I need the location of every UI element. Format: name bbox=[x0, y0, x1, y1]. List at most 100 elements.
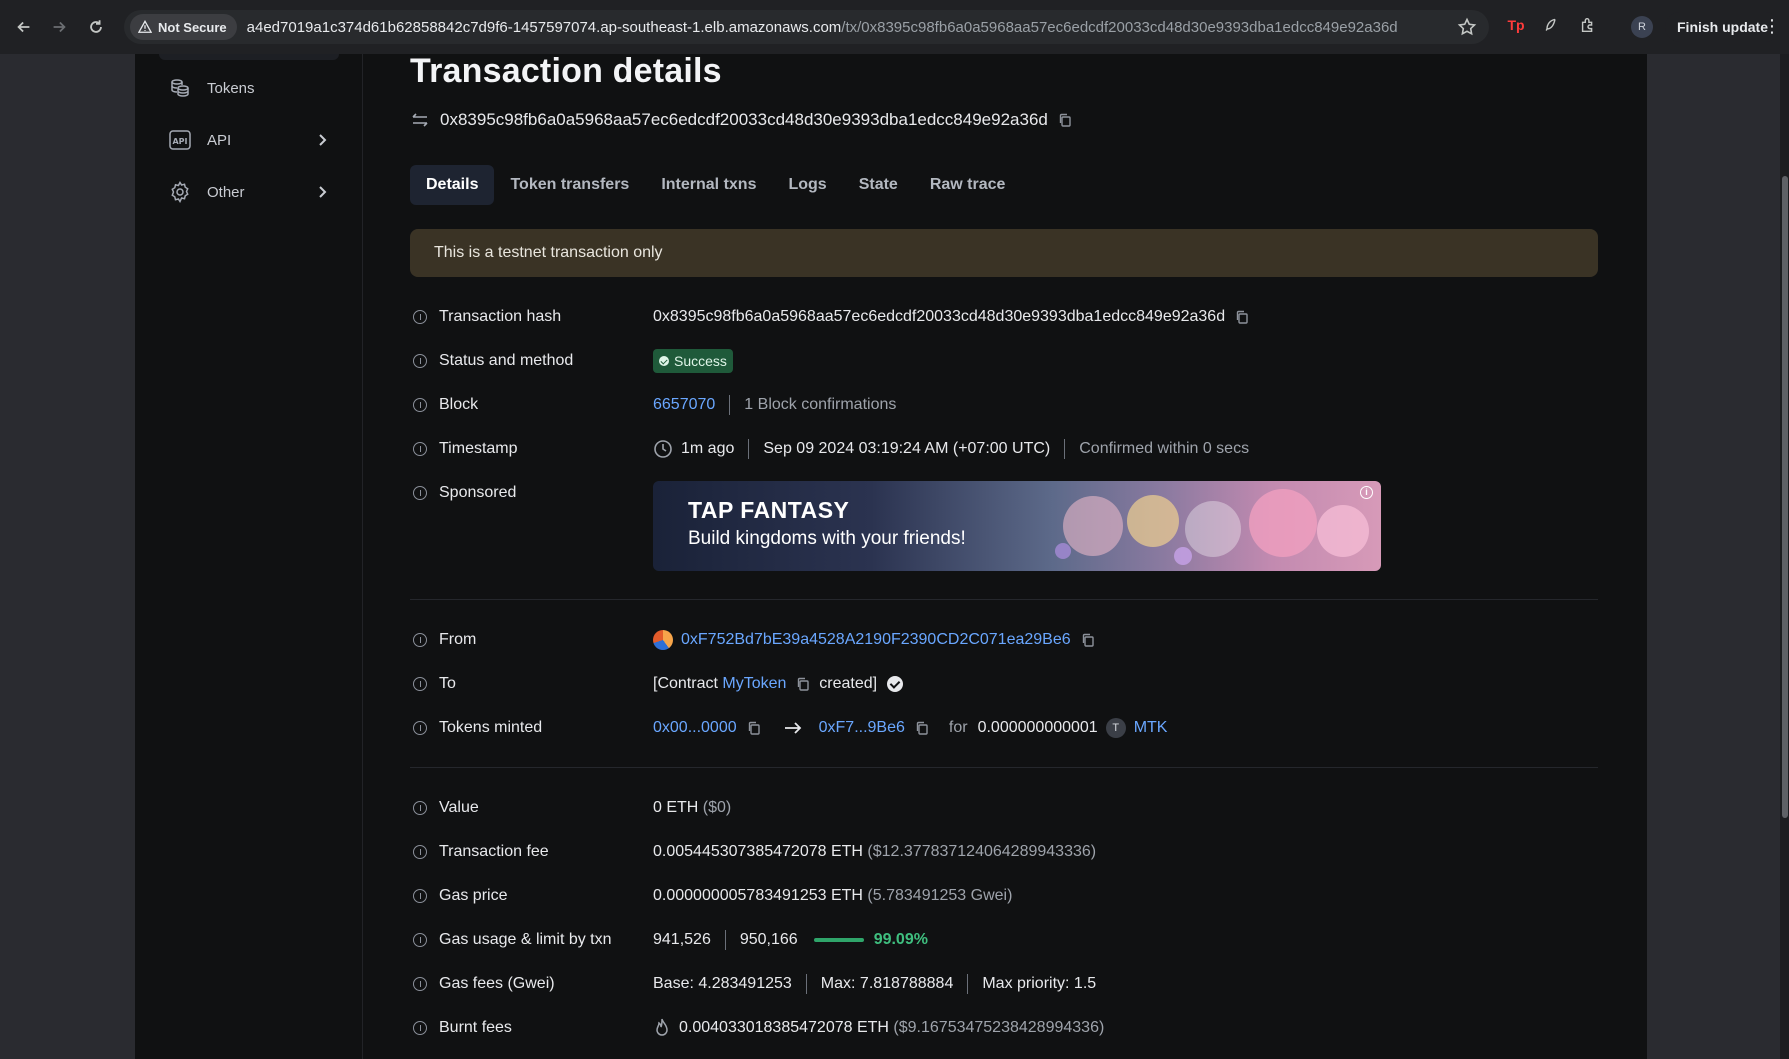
sidebar-item-api[interactable]: API API bbox=[169, 125, 329, 155]
info-icon[interactable] bbox=[413, 721, 427, 735]
block-confirmations: 1 Block confirmations bbox=[744, 396, 897, 413]
warning-icon bbox=[138, 20, 152, 33]
copy-icon[interactable] bbox=[1081, 633, 1095, 647]
copy-icon[interactable] bbox=[1235, 310, 1249, 324]
tab-logs[interactable]: Logs bbox=[772, 165, 842, 205]
to-suffix: created] bbox=[819, 675, 878, 692]
sponsored-ad-banner[interactable]: TAP FANTASY Build kingdoms with your fri… bbox=[653, 481, 1381, 571]
scrollbar-thumb[interactable] bbox=[1782, 176, 1788, 818]
sidebar-active-indicator bbox=[159, 54, 339, 60]
gas-usage-bar bbox=[813, 938, 864, 942]
info-icon[interactable] bbox=[413, 1021, 427, 1035]
sidebar-item-other[interactable]: Other bbox=[169, 177, 329, 207]
info-icon[interactable] bbox=[413, 933, 427, 947]
token-icon: T bbox=[1105, 718, 1126, 738]
info-icon[interactable] bbox=[413, 889, 427, 903]
extension-feather-icon[interactable] bbox=[1540, 14, 1562, 36]
ad-title: TAP FANTASY bbox=[688, 497, 850, 523]
reload-icon[interactable] bbox=[81, 12, 111, 42]
address-bar[interactable]: Not Secure a4ed7019a1c374d61b62858842c7d… bbox=[124, 10, 1489, 44]
info-icon[interactable] bbox=[413, 310, 427, 324]
contract-link[interactable]: MyToken bbox=[722, 675, 786, 693]
ad-info-icon[interactable]: i bbox=[1360, 486, 1373, 499]
tx-hash-header-text: 0x8395c98fb6a0a5968aa57ec6edcdf20033cd48… bbox=[440, 110, 1048, 129]
tab-internal-txns[interactable]: Internal txns bbox=[645, 165, 772, 205]
status-badge: Success bbox=[653, 349, 733, 373]
bookmark-star-icon[interactable] bbox=[1457, 17, 1477, 37]
timestamp-date: Sep 09 2024 03:19:24 AM (+07:00 UTC) bbox=[763, 440, 1051, 457]
svg-text:API: API bbox=[172, 137, 187, 146]
url-path: /tx/0x8395c98fb6a0a5968aa57ec6edcdf20033… bbox=[841, 18, 1398, 36]
tab-raw-trace[interactable]: Raw trace bbox=[914, 165, 1022, 205]
row-label: To bbox=[439, 675, 456, 692]
forward-arrow-icon[interactable] bbox=[44, 12, 74, 42]
copy-icon[interactable] bbox=[747, 721, 761, 735]
verified-check-icon bbox=[887, 676, 904, 692]
tab-state[interactable]: State bbox=[843, 165, 914, 205]
info-icon[interactable] bbox=[413, 354, 427, 368]
security-label: Not Secure bbox=[158, 19, 227, 35]
info-icon[interactable] bbox=[413, 398, 427, 412]
sidebar-item-label: Tokens bbox=[207, 79, 255, 97]
info-icon[interactable] bbox=[413, 677, 427, 691]
fee-usd: ($12.377837124064289943336) bbox=[867, 843, 1097, 860]
info-icon[interactable] bbox=[413, 486, 427, 500]
security-chip[interactable]: Not Secure bbox=[130, 14, 237, 40]
tab-token-transfers[interactable]: Token transfers bbox=[494, 165, 645, 205]
sidebar-item-tokens[interactable]: Tokens bbox=[169, 73, 329, 103]
info-icon[interactable] bbox=[413, 442, 427, 456]
gas-price-gwei: (5.783491253 Gwei) bbox=[867, 887, 1013, 904]
block-number-link[interactable]: 6657070 bbox=[653, 396, 715, 414]
swap-arrows-icon bbox=[412, 113, 428, 127]
mint-amount: 0.000000000001 bbox=[977, 719, 1098, 736]
row-label: Gas price bbox=[439, 887, 508, 904]
url-text[interactable]: a4ed7019a1c374d61b62858842c7d9f6-1457597… bbox=[247, 19, 1398, 36]
info-icon[interactable] bbox=[413, 633, 427, 647]
row-label: Value bbox=[439, 799, 479, 816]
clock-icon bbox=[654, 440, 672, 458]
gas-limit: 950,166 bbox=[739, 931, 798, 948]
testnet-banner: This is a testnet transaction only bbox=[410, 229, 1598, 277]
divider bbox=[724, 930, 726, 950]
row-transaction-hash: Transaction hash 0x8395c98fb6a0a5968aa57… bbox=[410, 305, 1598, 329]
gas-fee-base: Base: 4.283491253 bbox=[653, 975, 792, 992]
copy-icon[interactable] bbox=[796, 677, 810, 691]
row-label: Gas fees (Gwei) bbox=[439, 975, 555, 992]
gear-icon bbox=[169, 181, 191, 203]
profile-avatar[interactable]: R bbox=[1631, 16, 1653, 38]
extensions-puzzle-icon[interactable] bbox=[1577, 14, 1599, 36]
section-divider bbox=[410, 599, 1598, 600]
row-label: Timestamp bbox=[439, 440, 518, 457]
row-from: From 0xF752Bd7bE39a4528A2190F2390CD2C071… bbox=[410, 628, 1598, 652]
token-symbol-link[interactable]: MTK bbox=[1134, 719, 1168, 737]
row-gas-fees: Gas fees (Gwei) Base: 4.283491253 Max: 7… bbox=[410, 972, 1598, 996]
info-icon[interactable] bbox=[413, 977, 427, 991]
info-icon[interactable] bbox=[413, 801, 427, 815]
gas-usage-percent: 99.09% bbox=[873, 931, 928, 948]
row-to: To [Contract MyToken created] bbox=[410, 672, 1598, 696]
tab-details[interactable]: Details bbox=[410, 165, 495, 205]
row-gas-usage: Gas usage & limit by txn 941,526 950,166… bbox=[410, 928, 1598, 952]
ad-artwork-image bbox=[1055, 489, 1369, 565]
sidebar-item-label: API bbox=[207, 131, 232, 149]
for-label: for bbox=[948, 719, 968, 736]
browser-menu-icon[interactable]: ⋮ bbox=[1763, 17, 1781, 35]
mint-from-link[interactable]: 0x00...0000 bbox=[653, 719, 737, 737]
browser-toolbar: Not Secure a4ed7019a1c374d61b62858842c7d… bbox=[0, 0, 1789, 54]
extension-tp-icon[interactable]: Tp bbox=[1505, 14, 1527, 36]
divider bbox=[1064, 439, 1066, 459]
from-address-link[interactable]: 0xF752Bd7bE39a4528A2190F2390CD2C071ea29B… bbox=[681, 631, 1071, 649]
row-timestamp: Timestamp 1m ago Sep 09 2024 03:19:24 AM… bbox=[410, 437, 1598, 461]
info-icon[interactable] bbox=[413, 845, 427, 859]
value-usd: ($0) bbox=[702, 799, 732, 816]
copy-icon[interactable] bbox=[915, 721, 929, 735]
divider bbox=[967, 974, 969, 994]
copy-icon[interactable] bbox=[1058, 113, 1072, 127]
mint-to-link[interactable]: 0xF7...9Be6 bbox=[819, 719, 905, 737]
row-label: Gas usage & limit by txn bbox=[439, 931, 612, 948]
gas-used: 941,526 bbox=[653, 931, 711, 948]
burnt-usd: ($9.16753475238428994336) bbox=[893, 1019, 1105, 1036]
row-transaction-fee: Transaction fee 0.005445307385472078 ETH… bbox=[410, 840, 1598, 864]
back-arrow-icon[interactable] bbox=[9, 12, 39, 42]
row-label: From bbox=[439, 631, 477, 648]
